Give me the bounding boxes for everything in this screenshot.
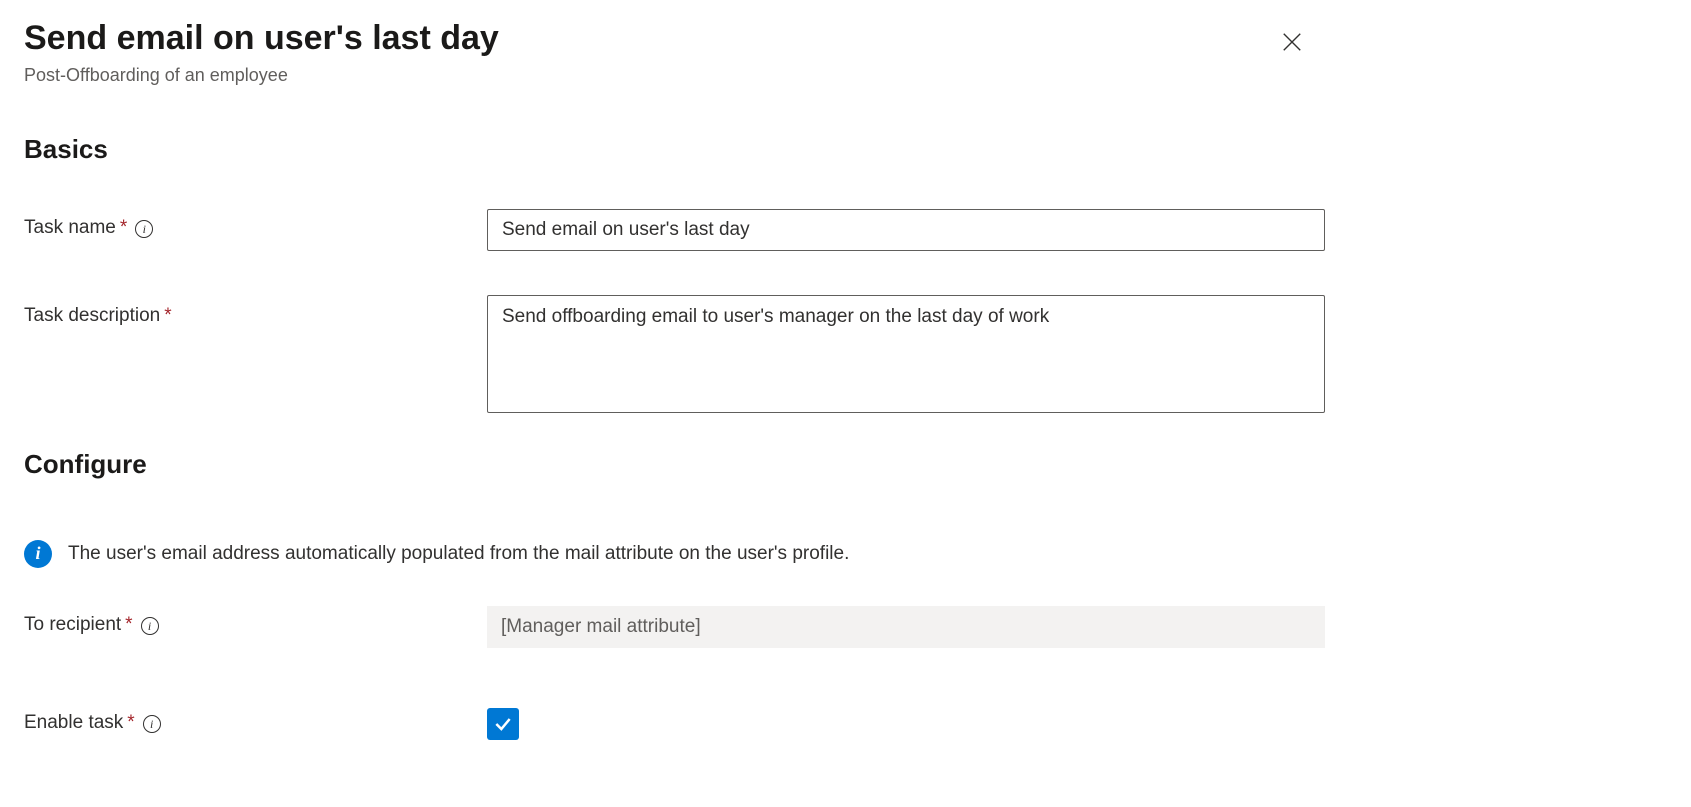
configure-heading: Configure (24, 449, 1667, 480)
required-indicator: * (125, 614, 132, 636)
to-recipient-label: To recipient * i (24, 606, 487, 636)
panel-subtitle: Post-Offboarding of an employee (24, 65, 1272, 86)
to-recipient-field: [Manager mail attribute] (487, 606, 1325, 648)
info-banner-text: The user's email address automatically p… (68, 543, 849, 565)
check-icon (493, 714, 513, 734)
required-indicator: * (120, 217, 127, 239)
task-name-input[interactable] (487, 209, 1325, 251)
info-icon[interactable]: i (135, 220, 153, 238)
required-indicator: * (164, 305, 171, 327)
basics-heading: Basics (24, 134, 1667, 165)
info-icon: i (24, 540, 52, 568)
info-icon[interactable]: i (141, 617, 159, 635)
task-description-input[interactable] (487, 295, 1325, 413)
enable-task-label: Enable task * i (24, 704, 487, 734)
panel-title: Send email on user's last day (24, 18, 1272, 59)
task-description-label: Task description * (24, 295, 487, 327)
info-icon[interactable]: i (143, 715, 161, 733)
close-button[interactable] (1272, 22, 1312, 62)
close-icon (1281, 31, 1303, 53)
task-name-label: Task name * i (24, 209, 487, 239)
enable-task-checkbox[interactable] (487, 708, 519, 740)
required-indicator: * (127, 712, 134, 734)
